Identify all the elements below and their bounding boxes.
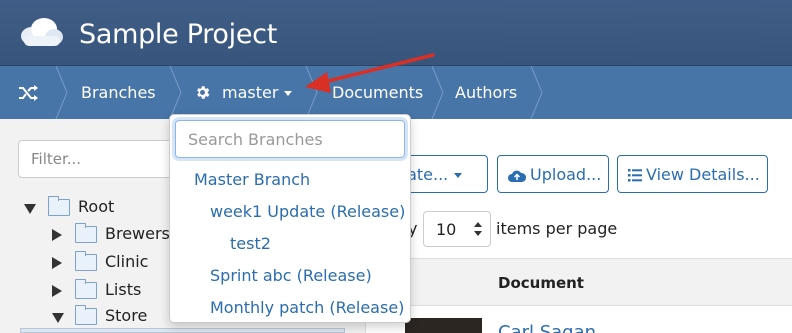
- tree-item-lists[interactable]: Lists: [52, 279, 172, 302]
- view-details-button[interactable]: View Details...: [617, 155, 768, 193]
- cloud-upload-icon: [508, 170, 526, 182]
- collapsed-arrow-icon[interactable]: [52, 229, 62, 241]
- per-page-value: 10: [436, 220, 457, 239]
- folder-icon: [48, 196, 70, 216]
- tree-selection-highlight: [20, 328, 345, 333]
- folder-icon: [75, 223, 97, 243]
- branch-search-input[interactable]: Search Branches: [175, 120, 405, 158]
- chevron-down-icon: [454, 173, 463, 178]
- chevron-down-icon[interactable]: [284, 91, 292, 96]
- filter-input[interactable]: Filter...: [18, 140, 178, 178]
- per-page-select[interactable]: 10: [423, 211, 491, 247]
- folder-icon: [75, 279, 97, 299]
- per-page-suffix: items per page: [496, 219, 618, 238]
- page-title: Sample Project: [79, 19, 277, 50]
- tree-item-label: Store: [105, 306, 148, 325]
- shuffle-icon[interactable]: [18, 84, 38, 102]
- breadcrumb-documents[interactable]: Documents: [332, 83, 423, 102]
- branch-item-week1[interactable]: week1 Update (Release): [210, 202, 405, 221]
- document-link[interactable]: Carl Sagan: [498, 322, 596, 333]
- expanded-arrow-icon[interactable]: [52, 313, 64, 323]
- column-header-document[interactable]: Document: [498, 274, 584, 292]
- branch-item-sprint-abc[interactable]: Sprint abc (Release): [210, 266, 372, 285]
- tree-item-store[interactable]: Store: [52, 305, 172, 328]
- app-header: Sample Project: [0, 0, 792, 66]
- tree-item-label: Brewers: [105, 224, 170, 243]
- folder-icon: [75, 305, 97, 325]
- branch-item-test2[interactable]: test2: [230, 234, 271, 253]
- expanded-arrow-icon[interactable]: [24, 204, 36, 214]
- breadcrumb-branches[interactable]: Branches: [81, 83, 156, 102]
- gear-icon: [197, 86, 210, 99]
- tree-item-label: Root: [78, 197, 115, 216]
- tree-item-label: Clinic: [105, 252, 149, 271]
- upload-button[interactable]: Upload...: [497, 155, 609, 193]
- tree-item-root[interactable]: Root: [24, 196, 164, 219]
- breadcrumb-branch-master[interactable]: master: [222, 83, 278, 102]
- collapsed-arrow-icon[interactable]: [52, 257, 62, 269]
- branch-item-monthly-patch[interactable]: Monthly patch (Release): [210, 298, 404, 317]
- tree-item-brewers[interactable]: Brewers: [52, 223, 172, 246]
- list-icon: [628, 169, 642, 182]
- view-details-label: View Details...: [646, 165, 760, 184]
- breadcrumb-authors[interactable]: Authors: [455, 83, 517, 102]
- collapsed-arrow-icon[interactable]: [52, 285, 62, 297]
- document-thumbnail[interactable]: [405, 318, 482, 333]
- upload-button-label: Upload...: [530, 165, 602, 184]
- breadcrumb: Branches master Documents Authors: [0, 66, 792, 119]
- tree-item-clinic[interactable]: Clinic: [52, 251, 172, 274]
- folder-icon: [75, 251, 97, 271]
- cloud-icon: [21, 18, 63, 46]
- branch-item-master[interactable]: Master Branch: [194, 170, 310, 189]
- updown-arrows-icon: [474, 222, 482, 236]
- tree-item-label: Lists: [105, 280, 142, 299]
